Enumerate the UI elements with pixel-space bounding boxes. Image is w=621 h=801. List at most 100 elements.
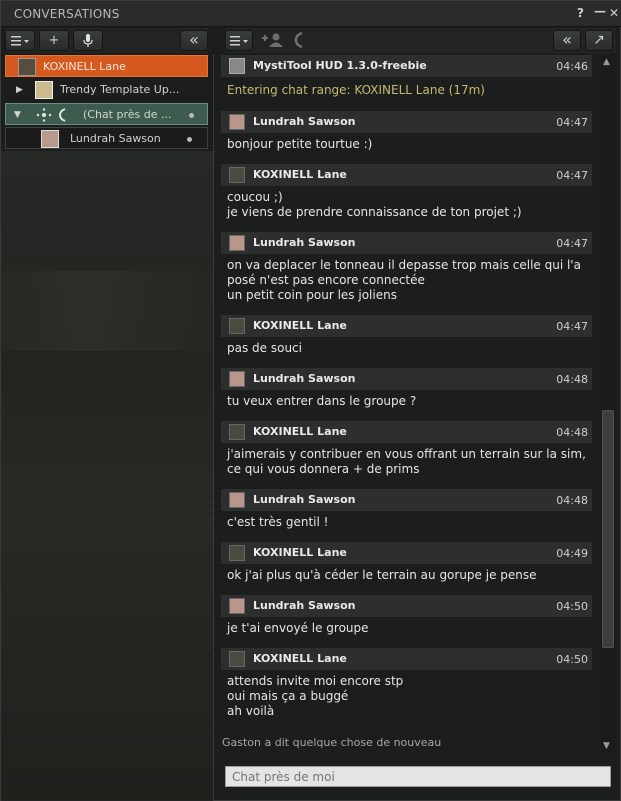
options-menu-button[interactable] [5, 30, 35, 51]
avatar[interactable] [229, 598, 245, 614]
message-body: bonjour petite tourtue :) [221, 133, 592, 152]
avatar[interactable] [229, 114, 245, 130]
avatar[interactable] [229, 545, 245, 561]
window-title: CONVERSATIONS [14, 7, 120, 21]
panel-divider[interactable] [213, 55, 217, 801]
chat-scrollbar[interactable]: ▲ ▼ [601, 55, 615, 752]
message: Lundrah Sawson 04:48 tu veux entrer dans l… [221, 368, 592, 409]
timestamp: 04:48 [556, 373, 588, 386]
timestamp: 04:47 [556, 116, 588, 129]
message: Lundrah Sawson 04:47 on va deplacer le ton… [221, 232, 592, 303]
close-button[interactable]: ✕ [609, 6, 619, 20]
timestamp: 04:47 [556, 320, 588, 333]
avatar [41, 130, 59, 148]
menu-icon [230, 35, 248, 45]
sender-name[interactable]: Lundrah Sawson [253, 599, 356, 612]
timestamp: 04:50 [556, 653, 588, 666]
avatar[interactable] [229, 492, 245, 508]
conversation-item-nearby-chat[interactable]: ▼ (Chat près de ... [5, 103, 208, 125]
participant-label: Lundrah Sawson [70, 132, 161, 145]
message-header: Lundrah Sawson 04:48 [221, 368, 592, 390]
message: KOXINELL Lane 04:50 attends invite moi enc… [221, 648, 592, 719]
avatar[interactable] [229, 371, 245, 387]
message: KOXINELL Lane 04:49 ok j'ai plus qu'à céde… [221, 542, 592, 583]
help-button[interactable]: ? [577, 6, 584, 20]
avatar[interactable] [229, 424, 245, 440]
sender-name[interactable]: KOXINELL Lane [253, 652, 347, 665]
message-line: ok j'ai plus qu'à céder le terrain au go… [227, 568, 537, 582]
message-line: attends invite moi encore stp [227, 674, 404, 688]
sender-name[interactable]: Lundrah Sawson [253, 115, 356, 128]
timestamp: 04:50 [556, 600, 588, 613]
sender-name[interactable]: KOXINELL Lane [253, 546, 347, 559]
voice-button[interactable] [73, 30, 103, 51]
add-conversation-button[interactable]: + [39, 30, 69, 51]
message-header: KOXINELL Lane 04:49 [221, 542, 592, 564]
timestamp: 04:47 [556, 237, 588, 250]
chat-input[interactable] [225, 766, 611, 787]
chat-options-button[interactable] [225, 30, 253, 51]
sender-name[interactable]: Lundrah Sawson [253, 236, 356, 249]
add-participant-button[interactable] [259, 30, 287, 51]
sender-name[interactable]: Lundrah Sawson [253, 372, 356, 385]
system-message: Entering chat range: KOXINELL Lane (17m) [227, 83, 485, 97]
sender-name[interactable]: KOXINELL Lane [253, 425, 347, 438]
nearby-icon [36, 108, 52, 122]
message-line: on va deplacer le tonneau il depasse tro… [227, 258, 581, 272]
message: Lundrah Sawson 04:50 je t'ai envoyé le gro… [221, 595, 592, 636]
message: Lundrah Sawson 04:48 c'est très gentil ! [221, 489, 592, 530]
message-line: pas de souci [227, 341, 302, 355]
conversation-item-koxinell[interactable]: KOXINELL Lane [5, 55, 208, 77]
call-button[interactable] [289, 30, 309, 51]
collapse-chat-button[interactable]: « [553, 30, 581, 51]
message-line: je viens de prendre connaissance de ton … [227, 205, 522, 219]
message-header: Lundrah Sawson 04:50 [221, 595, 592, 617]
scroll-up-arrow-icon[interactable]: ▲ [603, 57, 610, 67]
sender-name[interactable]: KOXINELL Lane [253, 168, 347, 181]
message-line: un petit coin pour les joliens [227, 288, 397, 302]
avatar[interactable] [229, 651, 245, 667]
message-line: oui mais ça a buggé [227, 689, 349, 703]
left-toolbar: + « [5, 28, 208, 53]
message-line: ah voilà [227, 704, 275, 718]
avatar[interactable] [229, 235, 245, 251]
message-line: c'est très gentil ! [227, 515, 329, 529]
message-body: je t'ai envoyé le groupe [221, 617, 592, 636]
title-bar[interactable]: CONVERSATIONS ? — ✕ [1, 1, 621, 27]
collapse-list-button[interactable]: « [180, 30, 208, 51]
microphone-icon [83, 33, 93, 47]
avatar[interactable] [229, 167, 245, 183]
message-line: ce qui vous donnera + de prims [227, 462, 420, 476]
conversation-label: (Chat près de ... [83, 108, 172, 121]
message-body: pas de souci [221, 337, 592, 356]
avatar[interactable] [229, 318, 245, 334]
message: KOXINELL Lane 04:47 coucou ;) je viens de p… [221, 164, 592, 220]
message-line: tu veux entrer dans le groupe ? [227, 394, 417, 408]
avatar [18, 58, 36, 76]
scroll-thumb[interactable] [602, 410, 614, 648]
collapse-arrow-icon[interactable]: ▼ [14, 104, 21, 126]
message-body: attends invite moi encore stp oui mais ça… [221, 670, 592, 719]
message-header: KOXINELL Lane 04:47 [221, 164, 592, 186]
sender-name[interactable]: KOXINELL Lane [253, 319, 347, 332]
expand-arrow-icon[interactable]: ▶ [16, 79, 23, 101]
minimize-button[interactable]: — [594, 4, 606, 18]
add-person-icon [262, 33, 283, 47]
message-line: coucou ;) [227, 190, 283, 204]
conversation-label: Trendy Template Up... [60, 83, 180, 96]
message-body: tu veux entrer dans le groupe ? [221, 390, 592, 409]
timestamp: 04:48 [556, 494, 588, 507]
message-body: ok j'ai plus qu'à céder le terrain au go… [221, 564, 592, 583]
tear-off-button[interactable]: ↗ [585, 30, 613, 51]
right-toolbar: « ↗ [225, 28, 616, 53]
message-header: KOXINELL Lane 04:50 [221, 648, 592, 670]
group-avatar [35, 81, 53, 99]
participant-item-lundrah[interactable]: Lundrah Sawson [5, 127, 208, 149]
menu-icon [11, 35, 29, 45]
sender-name[interactable]: Lundrah Sawson [253, 493, 356, 506]
sender-name[interactable]: MystiTool HUD 1.3.0-freebie [253, 59, 427, 72]
message-list: Lundrah Sawson 04:47 bonjour petite tourtu… [221, 111, 592, 719]
message-header: Lundrah Sawson 04:47 [221, 232, 592, 254]
scroll-down-arrow-icon[interactable]: ▼ [603, 741, 610, 751]
conversation-item-trendy[interactable]: ▶ Trendy Template Up... [5, 79, 208, 101]
